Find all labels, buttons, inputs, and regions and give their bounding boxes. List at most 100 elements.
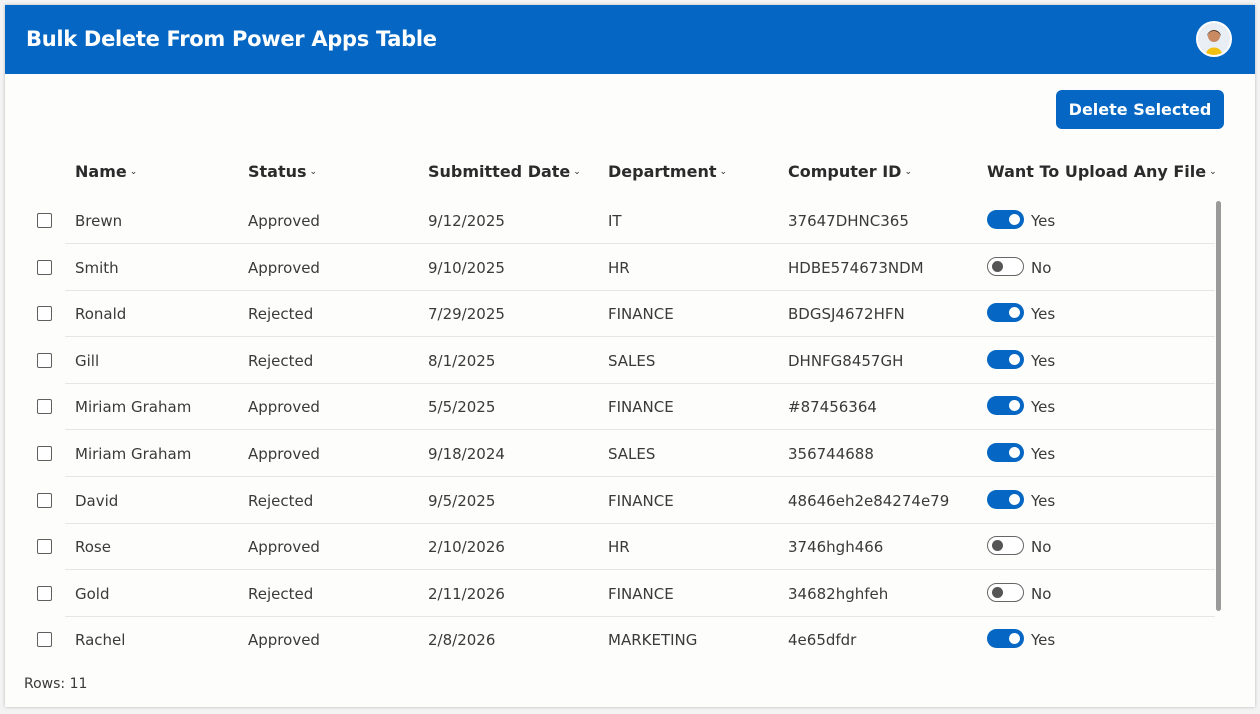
cell-name: Gill (75, 351, 100, 370)
row-checkbox[interactable] (37, 213, 52, 228)
cell-department: IT (608, 212, 622, 230)
row-checkbox[interactable] (37, 399, 52, 415)
upload-toggle-label: Yes (1031, 212, 1056, 230)
upload-toggle-label: Yes (1031, 445, 1056, 463)
cell-department: SALES (608, 445, 656, 463)
cell-department: SALES (608, 351, 656, 370)
row-checkbox[interactable] (37, 632, 52, 648)
cell-submitted-date: 7/29/2025 (428, 305, 505, 324)
table-row[interactable]: Smith Approved 9/10/2025 HR HDBE574673NDM No (5, 245, 1215, 291)
table-row[interactable]: Brewn Approved 9/12/2025 IT 37647DHNC365 Yes (5, 198, 1215, 244)
toggle-knob (992, 260, 1003, 272)
cell-computer-id: 34682hghfeh (788, 584, 889, 603)
cell-status: Approved (248, 538, 320, 557)
chevron-down-icon: ⌄ (129, 167, 138, 177)
upload-toggle[interactable] (987, 629, 1024, 649)
cell-computer-id: 48646eh2e84274e79 (788, 491, 950, 510)
cell-submitted-date: 8/1/2025 (428, 351, 496, 370)
upload-toggle[interactable] (987, 582, 1024, 602)
table-row[interactable]: Gold Rejected 2/11/2026 FINANCE 34682hghfeh N… (5, 571, 1215, 617)
upload-toggle[interactable] (987, 396, 1024, 416)
row-checkbox[interactable] (37, 585, 52, 601)
cell-status: Rejected (248, 351, 314, 370)
upload-toggle-label: Yes (1031, 398, 1056, 417)
cell-status: Approved (248, 631, 320, 650)
row-checkbox[interactable] (37, 259, 52, 275)
toggle-knob (1009, 214, 1020, 225)
upload-toggle[interactable] (987, 536, 1024, 556)
cell-name: Miriam Graham (75, 398, 192, 417)
upload-toggle[interactable] (987, 443, 1024, 462)
column-header-name[interactable]: Name ⌄ (75, 162, 137, 181)
toggle-knob (1009, 307, 1020, 319)
row-checkbox[interactable] (37, 306, 52, 322)
column-header-computer-id[interactable]: Computer ID ⌄ (788, 162, 912, 181)
upload-toggle[interactable] (987, 256, 1024, 276)
chevron-down-icon: ⌄ (1209, 167, 1217, 177)
toggle-knob (1009, 400, 1020, 412)
cell-status: Approved (248, 398, 320, 417)
cell-name: Brewn (75, 212, 123, 230)
toggle-knob (1009, 447, 1020, 458)
row-checkbox[interactable] (37, 446, 52, 461)
table-row[interactable]: Gill Rejected 8/1/2025 SALES DHNFG8457GH Yes (5, 338, 1215, 384)
row-checkbox[interactable] (37, 492, 52, 508)
cell-name: Rose (75, 538, 111, 557)
toggle-knob (992, 540, 1003, 552)
cell-name: Rachel (75, 631, 126, 650)
upload-toggle[interactable] (987, 210, 1024, 229)
cell-computer-id: #87456364 (788, 398, 877, 417)
cell-status: Rejected (248, 305, 314, 324)
upload-toggle[interactable] (987, 303, 1024, 323)
table-row[interactable]: Miriam Graham Approved 5/5/2025 FINANCE #874… (5, 384, 1215, 431)
cell-submitted-date: 9/18/2024 (428, 445, 505, 463)
row-checkbox[interactable] (37, 352, 52, 368)
chevron-down-icon: ⌄ (573, 167, 581, 177)
cell-submitted-date: 9/10/2025 (428, 258, 505, 277)
table-row[interactable]: Rose Approved 2/10/2026 HR 3746hgh466 No (5, 524, 1215, 571)
delete-selected-button[interactable]: Delete Selected (1056, 90, 1224, 129)
cell-department: FINANCE (608, 584, 674, 603)
upload-toggle-label: Yes (1031, 631, 1056, 650)
cell-submitted-date: 9/12/2025 (428, 212, 505, 230)
cell-status: Approved (248, 212, 320, 230)
column-header-status[interactable]: Status ⌄ (248, 162, 317, 181)
column-header-upload-file[interactable]: Want To Upload Any File ⌄ (987, 162, 1217, 181)
row-checkbox[interactable] (37, 539, 52, 555)
upload-toggle[interactable] (987, 349, 1024, 369)
toggle-knob (1009, 353, 1020, 365)
cell-name: Smith (75, 258, 119, 277)
cell-name: Gold (75, 584, 110, 603)
cell-status: Approved (248, 258, 320, 277)
cell-computer-id: 3746hgh466 (788, 538, 884, 557)
column-header-department[interactable]: Department ⌄ (608, 162, 727, 181)
column-header-submitted-date[interactable]: Submitted Date ⌄ (428, 162, 581, 181)
vertical-scrollbar[interactable] (1216, 201, 1221, 611)
table-row[interactable]: Ronald Rejected 7/29/2025 FINANCE BDGSJ4672H… (5, 291, 1215, 338)
cell-department: FINANCE (608, 491, 674, 510)
table-row[interactable]: Miriam Graham Approved 9/18/2024 SALES 35674… (5, 431, 1215, 477)
cell-department: FINANCE (608, 398, 674, 417)
cell-computer-id: 37647DHNC365 (788, 212, 909, 230)
chevron-down-icon: ⌄ (309, 167, 318, 177)
cell-computer-id: HDBE574673NDM (788, 258, 924, 277)
upload-toggle[interactable] (987, 489, 1024, 509)
cell-submitted-date: 2/8/2026 (428, 631, 496, 650)
cell-computer-id: BDGSJ4672HFN (788, 305, 905, 324)
table-row[interactable]: David Rejected 9/5/2025 FINANCE 48646eh2e842… (5, 478, 1215, 524)
toggle-knob (1009, 493, 1020, 505)
cell-department: MARKETING (608, 631, 698, 650)
cell-name: Miriam Graham (75, 445, 192, 463)
app-header: Bulk Delete From Power Apps Table (5, 5, 1255, 74)
user-avatar-icon[interactable] (1196, 21, 1232, 57)
cell-submitted-date: 9/5/2025 (428, 491, 496, 510)
cell-department: FINANCE (608, 305, 674, 324)
app-window: Bulk Delete From Power Apps Table Delete… (5, 5, 1255, 707)
cell-status: Approved (248, 445, 320, 463)
cell-status: Rejected (248, 491, 314, 510)
chevron-down-icon: ⌄ (904, 167, 912, 177)
table-row[interactable]: Rachel Approved 2/8/2026 MARKETING 4e65dfdr Y… (5, 617, 1215, 663)
cell-computer-id: 356744688 (788, 445, 874, 463)
cell-computer-id: DHNFG8457GH (788, 351, 904, 370)
toggle-knob (1009, 633, 1020, 645)
